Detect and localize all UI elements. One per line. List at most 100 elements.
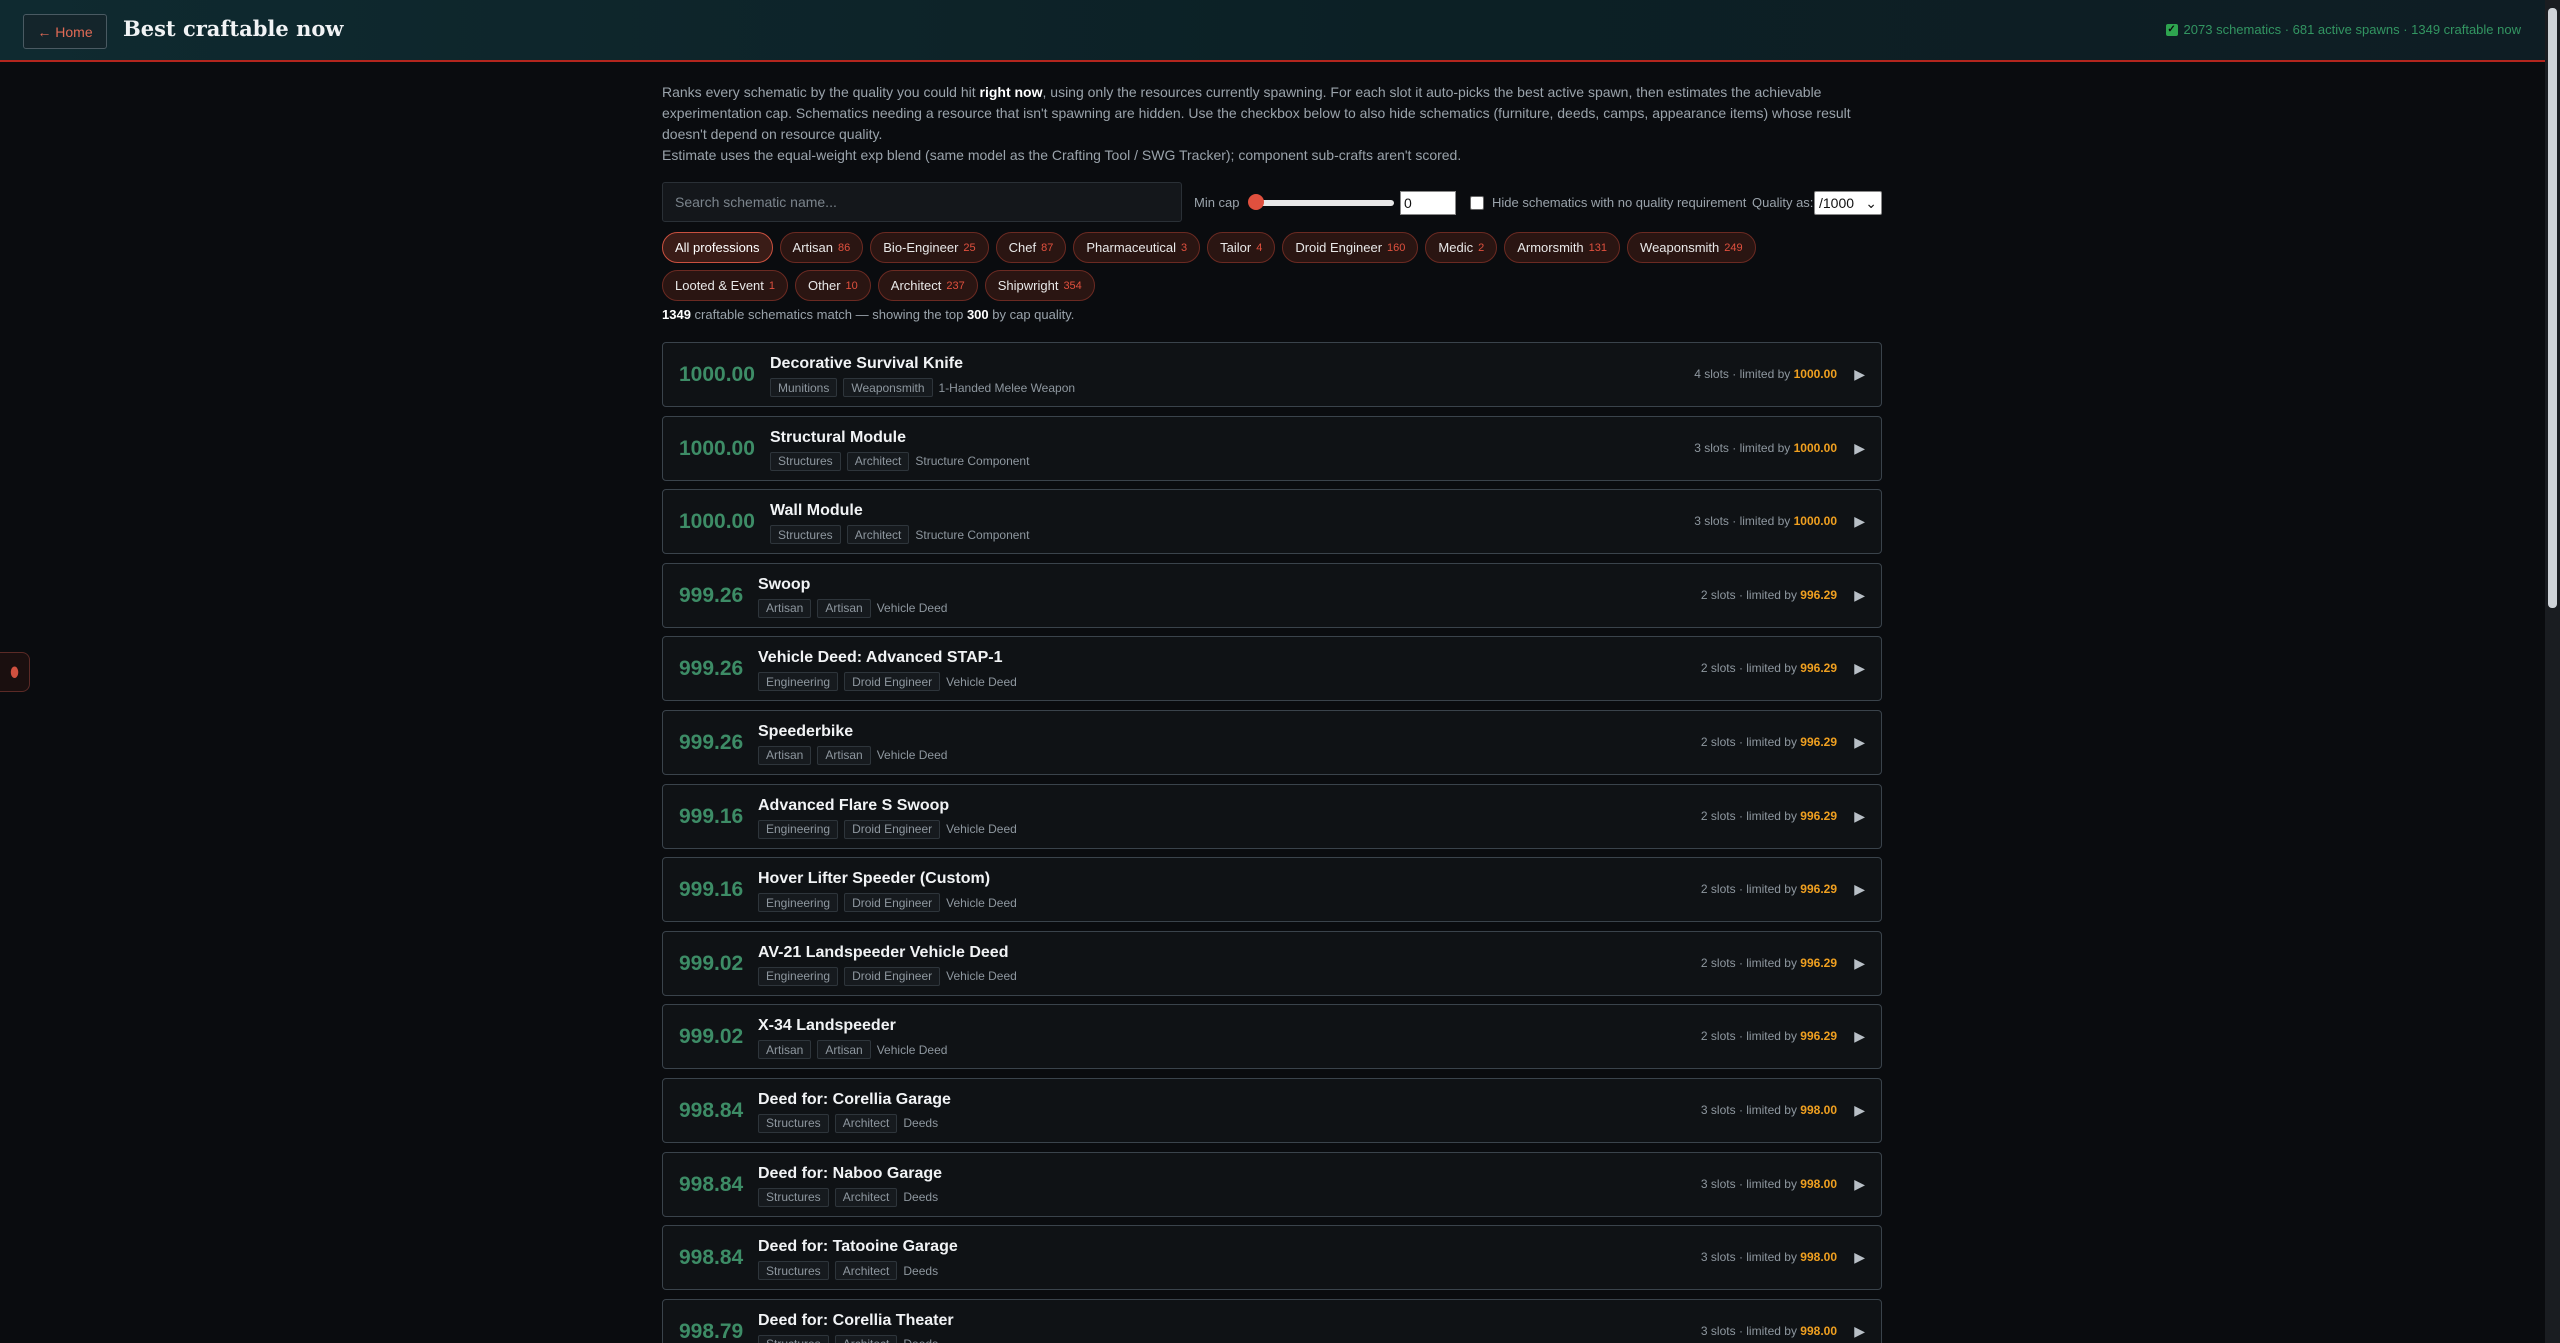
scrollbar-thumb[interactable] xyxy=(2548,8,2557,608)
slot-limit-info: 4 slots · limited by 1000.00 xyxy=(1694,367,1837,381)
expand-arrow-icon[interactable]: ▶ xyxy=(1854,1323,1865,1340)
item-type: Deeds xyxy=(903,1263,939,1278)
expand-arrow-icon[interactable]: ▶ xyxy=(1854,660,1865,677)
result-card[interactable]: 999.02 X-34 Landspeeder Artisan Artisan Vehi… xyxy=(662,1004,1882,1070)
description-paragraph: Ranks every schematic by the quality you… xyxy=(662,82,1882,145)
limiting-value: 998.00 xyxy=(1800,1323,1837,1338)
cap-score: 999.26 xyxy=(679,730,744,754)
expand-arrow-icon[interactable]: ▶ xyxy=(1854,734,1865,751)
result-card[interactable]: 999.16 Advanced Flare S Swoop Engineering D… xyxy=(662,783,1882,849)
result-card[interactable]: 1000.00 Wall Module Structures Architect Str… xyxy=(662,489,1882,555)
result-card[interactable]: 998.84 Deed for: Tatooine Garage Structure… xyxy=(662,1225,1882,1291)
item-type: Vehicle Deed xyxy=(946,822,1017,837)
item-type: 1-Handed Melee Weapon xyxy=(938,380,1076,395)
result-card[interactable]: 998.84 Deed for: Naboo Garage Structures Ar… xyxy=(662,1151,1882,1217)
limiting-value: 996.29 xyxy=(1800,882,1837,897)
slot-count-text: 2 slots · limited by xyxy=(1700,808,1801,823)
limiting-value: 996.29 xyxy=(1800,587,1837,602)
limiting-value: 996.29 xyxy=(1800,661,1837,676)
match-text: craftable schematics match — showing the… xyxy=(690,307,967,322)
quality-scale-select[interactable]: /1000 ⌄ xyxy=(1814,191,1882,215)
result-card[interactable]: 999.26 Vehicle Deed: Advanced STAP-1 Engin… xyxy=(662,636,1882,702)
result-card[interactable]: 999.26 Swoop Artisan Artisan Vehicle Deed 2 s… xyxy=(662,562,1882,628)
category-tag: Engineering xyxy=(758,966,839,986)
result-card[interactable]: 998.84 Deed for: Corellia Garage Structure… xyxy=(662,1077,1882,1143)
expand-arrow-icon[interactable]: ▶ xyxy=(1854,513,1865,530)
description-note: Estimate uses the equal-weight exp blend… xyxy=(662,147,1462,163)
expand-arrow-icon[interactable]: ▶ xyxy=(1854,440,1865,457)
limiting-value: 996.29 xyxy=(1800,955,1837,970)
slot-count-text: 2 slots · limited by xyxy=(1700,734,1801,749)
profession-chip-tailor[interactable]: Tailor 4 xyxy=(1207,232,1276,263)
description: Ranks every schematic by the quality you… xyxy=(662,82,1882,166)
profession-chip-architect[interactable]: Architect 237 xyxy=(877,270,978,301)
result-card[interactable]: 999.26 Speederbike Artisan Artisan Vehicle D… xyxy=(662,709,1882,775)
profession-chip-weaponsmith[interactable]: Weaponsmith 249 xyxy=(1627,232,1756,263)
status-text: 2073 schematics · 681 active spawns · 13… xyxy=(2183,22,2521,37)
profession-chip-medic[interactable]: Medic 2 xyxy=(1425,232,1498,263)
schematic-tags: StructuresArchitect Deeds xyxy=(758,1113,938,1133)
expand-arrow-icon[interactable]: ▶ xyxy=(1854,366,1865,383)
limiting-value: 1000.00 xyxy=(1793,367,1837,381)
profession-chip-droid-engineer[interactable]: Droid Engineer 160 xyxy=(1282,232,1419,263)
profession-tag: Artisan xyxy=(817,1040,871,1060)
cap-score: 999.02 xyxy=(679,1025,744,1049)
search-input[interactable] xyxy=(662,182,1182,222)
limiting-value: 996.29 xyxy=(1800,1029,1837,1044)
result-card[interactable]: 999.02 AV-21 Landspeeder Vehicle Deed Engi… xyxy=(662,930,1882,996)
chip-count: 354 xyxy=(1063,279,1082,292)
hide-no-quality-checkbox[interactable] xyxy=(1470,196,1484,210)
profession-chip-chef[interactable]: Chef 87 xyxy=(995,232,1067,263)
category-tag: Engineering xyxy=(758,893,839,913)
min-cap-input[interactable] xyxy=(1400,191,1456,215)
profession-tag: Architect xyxy=(834,1261,898,1281)
profession-chip-armorsmith[interactable]: Armorsmith 131 xyxy=(1504,232,1621,263)
profession-chip-artisan[interactable]: Artisan 86 xyxy=(779,232,864,263)
slot-count-text: 2 slots · limited by xyxy=(1700,1029,1801,1044)
expand-arrow-icon[interactable]: ▶ xyxy=(1854,1249,1865,1266)
scrollbar[interactable] xyxy=(2545,0,2560,1343)
min-cap-slider-handle[interactable] xyxy=(1248,194,1264,210)
schematic-name: Wall Module xyxy=(770,502,863,520)
home-button[interactable]: ← Home xyxy=(23,14,107,49)
profession-tag: Architect xyxy=(846,451,910,471)
expand-arrow-icon[interactable]: ▶ xyxy=(1854,587,1865,604)
profession-chip-other[interactable]: Other 10 xyxy=(795,270,871,301)
side-panel-toggle[interactable]: ⬮ xyxy=(0,652,30,692)
category-tag: Structures xyxy=(758,1261,829,1281)
expand-arrow-icon[interactable]: ▶ xyxy=(1854,881,1865,898)
result-card[interactable]: 1000.00 Structural Module Structures Archit… xyxy=(662,415,1882,481)
schematic-name: Deed for: Corellia Theater xyxy=(758,1311,954,1329)
expand-arrow-icon[interactable]: ▶ xyxy=(1854,808,1865,825)
expand-arrow-icon[interactable]: ▶ xyxy=(1854,955,1865,972)
result-card[interactable]: 998.79 Deed for: Corellia Theater Structur… xyxy=(662,1298,1882,1343)
limiting-value: 1000.00 xyxy=(1793,514,1837,529)
item-type: Vehicle Deed xyxy=(946,674,1017,689)
profession-chip-row: Looted & Event 1 Other 10 Architect 237 Shipwr… xyxy=(662,270,1882,301)
slot-count-text: 2 slots · limited by xyxy=(1700,882,1801,897)
result-card[interactable]: 1000.00 Decorative Survival Knife Munition… xyxy=(662,342,1882,407)
cap-score: 1000.00 xyxy=(679,510,755,534)
schematic-tags: Artisan Artisan Vehicle Deed xyxy=(758,745,947,765)
cap-score: 999.16 xyxy=(679,878,744,902)
profession-chip-bio-engineer[interactable]: Bio-Engineer 25 xyxy=(870,232,989,263)
item-type: Vehicle Deed xyxy=(876,1042,948,1057)
expand-arrow-icon[interactable]: ▶ xyxy=(1854,1176,1865,1193)
chip-label: Medic xyxy=(1438,240,1474,255)
profession-chip-looted-event[interactable]: Looted & Event 1 xyxy=(662,270,789,301)
result-card[interactable]: 999.16 Hover Lifter Speeder (Custom) Engin… xyxy=(662,857,1882,923)
profession-chip-shipwright[interactable]: Shipwright 354 xyxy=(984,270,1095,301)
category-tag: Structures xyxy=(770,525,841,545)
profession-chip-all-professions[interactable]: All professions xyxy=(662,232,773,263)
cap-score: 999.26 xyxy=(679,657,744,681)
min-cap-slider[interactable] xyxy=(1250,200,1394,206)
slot-limit-info: 3 slots · limited by 1000.00 xyxy=(1694,441,1837,455)
slot-count-text: 4 slots · limited by xyxy=(1694,367,1794,381)
results-list: 1000.00 Decorative Survival Knife Munition… xyxy=(662,342,1882,1343)
expand-arrow-icon[interactable]: ▶ xyxy=(1854,1028,1865,1045)
profession-chip-pharmaceutical[interactable]: Pharmaceutical 3 xyxy=(1073,232,1201,263)
schematic-name: Deed for: Corellia Garage xyxy=(758,1090,951,1108)
quality-scale-value: /1000 xyxy=(1819,195,1855,211)
category-tag: Artisan xyxy=(758,1040,812,1060)
expand-arrow-icon[interactable]: ▶ xyxy=(1854,1102,1865,1119)
